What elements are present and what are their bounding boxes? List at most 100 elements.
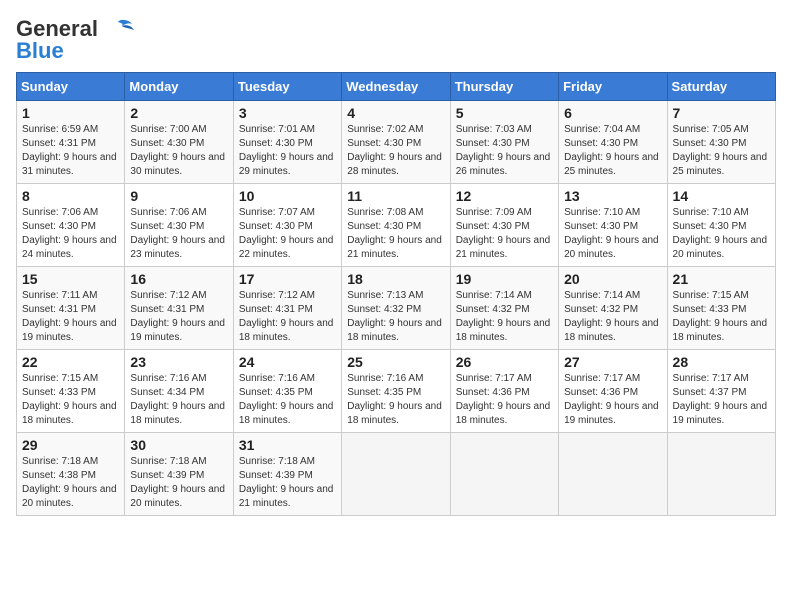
day-number: 22 xyxy=(22,354,119,370)
day-number: 28 xyxy=(673,354,770,370)
day-info: Sunrise: 7:14 AMSunset: 4:32 PMDaylight:… xyxy=(564,290,659,343)
day-header-thursday: Thursday xyxy=(450,73,558,101)
day-number: 31 xyxy=(239,437,336,453)
day-info: Sunrise: 7:15 AMSunset: 4:33 PMDaylight:… xyxy=(22,373,117,426)
day-number: 19 xyxy=(456,271,553,287)
day-number: 23 xyxy=(130,354,227,370)
day-info: Sunrise: 7:16 AMSunset: 4:35 PMDaylight:… xyxy=(239,373,334,426)
calendar-cell: 6 Sunrise: 7:04 AMSunset: 4:30 PMDayligh… xyxy=(559,101,667,184)
day-info: Sunrise: 7:14 AMSunset: 4:32 PMDaylight:… xyxy=(456,290,551,343)
day-number: 8 xyxy=(22,188,119,204)
day-number: 1 xyxy=(22,105,119,121)
day-info: Sunrise: 7:11 AMSunset: 4:31 PMDaylight:… xyxy=(22,290,117,343)
day-number: 11 xyxy=(347,188,444,204)
week-row-2: 8 Sunrise: 7:06 AMSunset: 4:30 PMDayligh… xyxy=(17,184,776,267)
day-number: 13 xyxy=(564,188,661,204)
day-header-tuesday: Tuesday xyxy=(233,73,341,101)
week-row-5: 29 Sunrise: 7:18 AMSunset: 4:38 PMDaylig… xyxy=(17,433,776,516)
day-number: 29 xyxy=(22,437,119,453)
calendar-cell: 21 Sunrise: 7:15 AMSunset: 4:33 PMDaylig… xyxy=(667,267,775,350)
day-number: 30 xyxy=(130,437,227,453)
day-number: 12 xyxy=(456,188,553,204)
calendar-cell: 2 Sunrise: 7:00 AMSunset: 4:30 PMDayligh… xyxy=(125,101,233,184)
calendar-table: SundayMondayTuesdayWednesdayThursdayFrid… xyxy=(16,72,776,516)
calendar-cell: 3 Sunrise: 7:01 AMSunset: 4:30 PMDayligh… xyxy=(233,101,341,184)
calendar-cell: 13 Sunrise: 7:10 AMSunset: 4:30 PMDaylig… xyxy=(559,184,667,267)
day-info: Sunrise: 6:59 AMSunset: 4:31 PMDaylight:… xyxy=(22,124,117,177)
day-info: Sunrise: 7:15 AMSunset: 4:33 PMDaylight:… xyxy=(673,290,768,343)
day-header-saturday: Saturday xyxy=(667,73,775,101)
week-row-3: 15 Sunrise: 7:11 AMSunset: 4:31 PMDaylig… xyxy=(17,267,776,350)
days-header-row: SundayMondayTuesdayWednesdayThursdayFrid… xyxy=(17,73,776,101)
day-number: 27 xyxy=(564,354,661,370)
day-info: Sunrise: 7:16 AMSunset: 4:35 PMDaylight:… xyxy=(347,373,442,426)
calendar-cell: 22 Sunrise: 7:15 AMSunset: 4:33 PMDaylig… xyxy=(17,350,125,433)
day-number: 7 xyxy=(673,105,770,121)
day-info: Sunrise: 7:12 AMSunset: 4:31 PMDaylight:… xyxy=(239,290,334,343)
day-header-friday: Friday xyxy=(559,73,667,101)
header: General Blue xyxy=(16,16,776,64)
calendar-cell xyxy=(342,433,450,516)
day-number: 20 xyxy=(564,271,661,287)
day-number: 25 xyxy=(347,354,444,370)
day-info: Sunrise: 7:05 AMSunset: 4:30 PMDaylight:… xyxy=(673,124,768,177)
day-info: Sunrise: 7:06 AMSunset: 4:30 PMDaylight:… xyxy=(22,207,117,260)
week-row-4: 22 Sunrise: 7:15 AMSunset: 4:33 PMDaylig… xyxy=(17,350,776,433)
day-number: 26 xyxy=(456,354,553,370)
day-info: Sunrise: 7:00 AMSunset: 4:30 PMDaylight:… xyxy=(130,124,225,177)
calendar-cell: 18 Sunrise: 7:13 AMSunset: 4:32 PMDaylig… xyxy=(342,267,450,350)
calendar-cell: 8 Sunrise: 7:06 AMSunset: 4:30 PMDayligh… xyxy=(17,184,125,267)
calendar-cell xyxy=(559,433,667,516)
calendar-cell: 20 Sunrise: 7:14 AMSunset: 4:32 PMDaylig… xyxy=(559,267,667,350)
day-info: Sunrise: 7:17 AMSunset: 4:37 PMDaylight:… xyxy=(673,373,768,426)
calendar-cell: 27 Sunrise: 7:17 AMSunset: 4:36 PMDaylig… xyxy=(559,350,667,433)
calendar-cell: 9 Sunrise: 7:06 AMSunset: 4:30 PMDayligh… xyxy=(125,184,233,267)
day-header-sunday: Sunday xyxy=(17,73,125,101)
day-info: Sunrise: 7:10 AMSunset: 4:30 PMDaylight:… xyxy=(564,207,659,260)
day-number: 24 xyxy=(239,354,336,370)
calendar-cell: 11 Sunrise: 7:08 AMSunset: 4:30 PMDaylig… xyxy=(342,184,450,267)
day-number: 16 xyxy=(130,271,227,287)
day-info: Sunrise: 7:17 AMSunset: 4:36 PMDaylight:… xyxy=(456,373,551,426)
day-number: 14 xyxy=(673,188,770,204)
day-number: 9 xyxy=(130,188,227,204)
calendar-cell: 7 Sunrise: 7:05 AMSunset: 4:30 PMDayligh… xyxy=(667,101,775,184)
day-info: Sunrise: 7:10 AMSunset: 4:30 PMDaylight:… xyxy=(673,207,768,260)
day-info: Sunrise: 7:16 AMSunset: 4:34 PMDaylight:… xyxy=(130,373,225,426)
day-info: Sunrise: 7:04 AMSunset: 4:30 PMDaylight:… xyxy=(564,124,659,177)
day-info: Sunrise: 7:02 AMSunset: 4:30 PMDaylight:… xyxy=(347,124,442,177)
calendar-cell: 23 Sunrise: 7:16 AMSunset: 4:34 PMDaylig… xyxy=(125,350,233,433)
calendar-cell: 29 Sunrise: 7:18 AMSunset: 4:38 PMDaylig… xyxy=(17,433,125,516)
day-info: Sunrise: 7:12 AMSunset: 4:31 PMDaylight:… xyxy=(130,290,225,343)
day-info: Sunrise: 7:06 AMSunset: 4:30 PMDaylight:… xyxy=(130,207,225,260)
calendar-cell: 25 Sunrise: 7:16 AMSunset: 4:35 PMDaylig… xyxy=(342,350,450,433)
day-info: Sunrise: 7:18 AMSunset: 4:39 PMDaylight:… xyxy=(239,456,334,509)
day-number: 4 xyxy=(347,105,444,121)
logo-blue: Blue xyxy=(16,38,64,64)
calendar-cell: 15 Sunrise: 7:11 AMSunset: 4:31 PMDaylig… xyxy=(17,267,125,350)
day-info: Sunrise: 7:18 AMSunset: 4:39 PMDaylight:… xyxy=(130,456,225,509)
calendar-cell: 1 Sunrise: 6:59 AMSunset: 4:31 PMDayligh… xyxy=(17,101,125,184)
day-number: 2 xyxy=(130,105,227,121)
day-number: 3 xyxy=(239,105,336,121)
calendar-cell xyxy=(450,433,558,516)
day-info: Sunrise: 7:17 AMSunset: 4:36 PMDaylight:… xyxy=(564,373,659,426)
day-number: 17 xyxy=(239,271,336,287)
calendar-cell xyxy=(667,433,775,516)
calendar-cell: 14 Sunrise: 7:10 AMSunset: 4:30 PMDaylig… xyxy=(667,184,775,267)
calendar-cell: 28 Sunrise: 7:17 AMSunset: 4:37 PMDaylig… xyxy=(667,350,775,433)
calendar-cell: 5 Sunrise: 7:03 AMSunset: 4:30 PMDayligh… xyxy=(450,101,558,184)
day-number: 21 xyxy=(673,271,770,287)
logo: General Blue xyxy=(16,16,134,64)
day-info: Sunrise: 7:18 AMSunset: 4:38 PMDaylight:… xyxy=(22,456,117,509)
day-info: Sunrise: 7:13 AMSunset: 4:32 PMDaylight:… xyxy=(347,290,442,343)
calendar-cell: 19 Sunrise: 7:14 AMSunset: 4:32 PMDaylig… xyxy=(450,267,558,350)
logo-bird-icon xyxy=(102,18,134,40)
day-number: 15 xyxy=(22,271,119,287)
day-number: 5 xyxy=(456,105,553,121)
day-info: Sunrise: 7:07 AMSunset: 4:30 PMDaylight:… xyxy=(239,207,334,260)
calendar-cell: 17 Sunrise: 7:12 AMSunset: 4:31 PMDaylig… xyxy=(233,267,341,350)
calendar-cell: 16 Sunrise: 7:12 AMSunset: 4:31 PMDaylig… xyxy=(125,267,233,350)
day-info: Sunrise: 7:03 AMSunset: 4:30 PMDaylight:… xyxy=(456,124,551,177)
week-row-1: 1 Sunrise: 6:59 AMSunset: 4:31 PMDayligh… xyxy=(17,101,776,184)
